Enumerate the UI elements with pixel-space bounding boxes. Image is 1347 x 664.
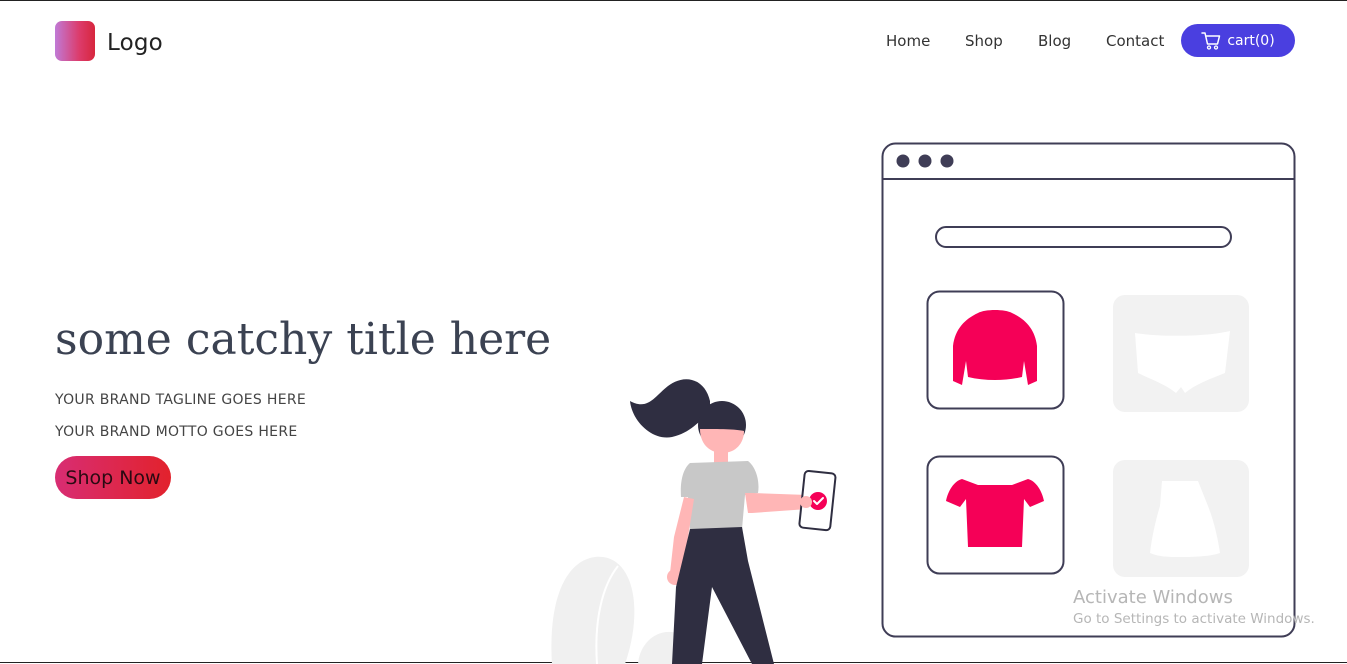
hero-tagline: YOUR BRAND TAGLINE GOES HERE (55, 392, 307, 408)
nav-blog[interactable]: Blog (1038, 32, 1071, 50)
product-card-crop-top (926, 455, 1065, 575)
hero-title: some catchy title here (55, 314, 552, 365)
watermark-line-2: Go to Settings to activate Windows. (1073, 611, 1315, 627)
cart-button[interactable]: cart(0) (1181, 24, 1295, 57)
product-card-shorts (1113, 295, 1249, 412)
nav-home[interactable]: Home (886, 32, 930, 50)
site-header: Logo Home Shop Blog Contact cart(0) (0, 1, 1347, 83)
woman-figure-icon (630, 379, 837, 664)
online-shopping-illustration (551, 142, 1296, 664)
product-card-skirt (1113, 460, 1249, 577)
hero-motto: YOUR BRAND MOTTO GOES HERE (55, 424, 298, 440)
watermark-line-1: Activate Windows (1073, 587, 1233, 608)
shopping-cart-icon (1201, 31, 1221, 50)
nav-contact[interactable]: Contact (1106, 32, 1164, 50)
shop-now-button[interactable]: Shop Now (55, 456, 171, 499)
cart-label: cart(0) (1227, 32, 1275, 49)
plant-icon (551, 556, 680, 664)
logo-icon[interactable] (55, 21, 95, 61)
nav-shop[interactable]: Shop (965, 32, 1003, 50)
product-card-sweater (926, 290, 1065, 410)
activate-windows-watermark: Activate Windows Go to Settings to activ… (1073, 587, 1315, 627)
logo-text[interactable]: Logo (107, 30, 163, 56)
